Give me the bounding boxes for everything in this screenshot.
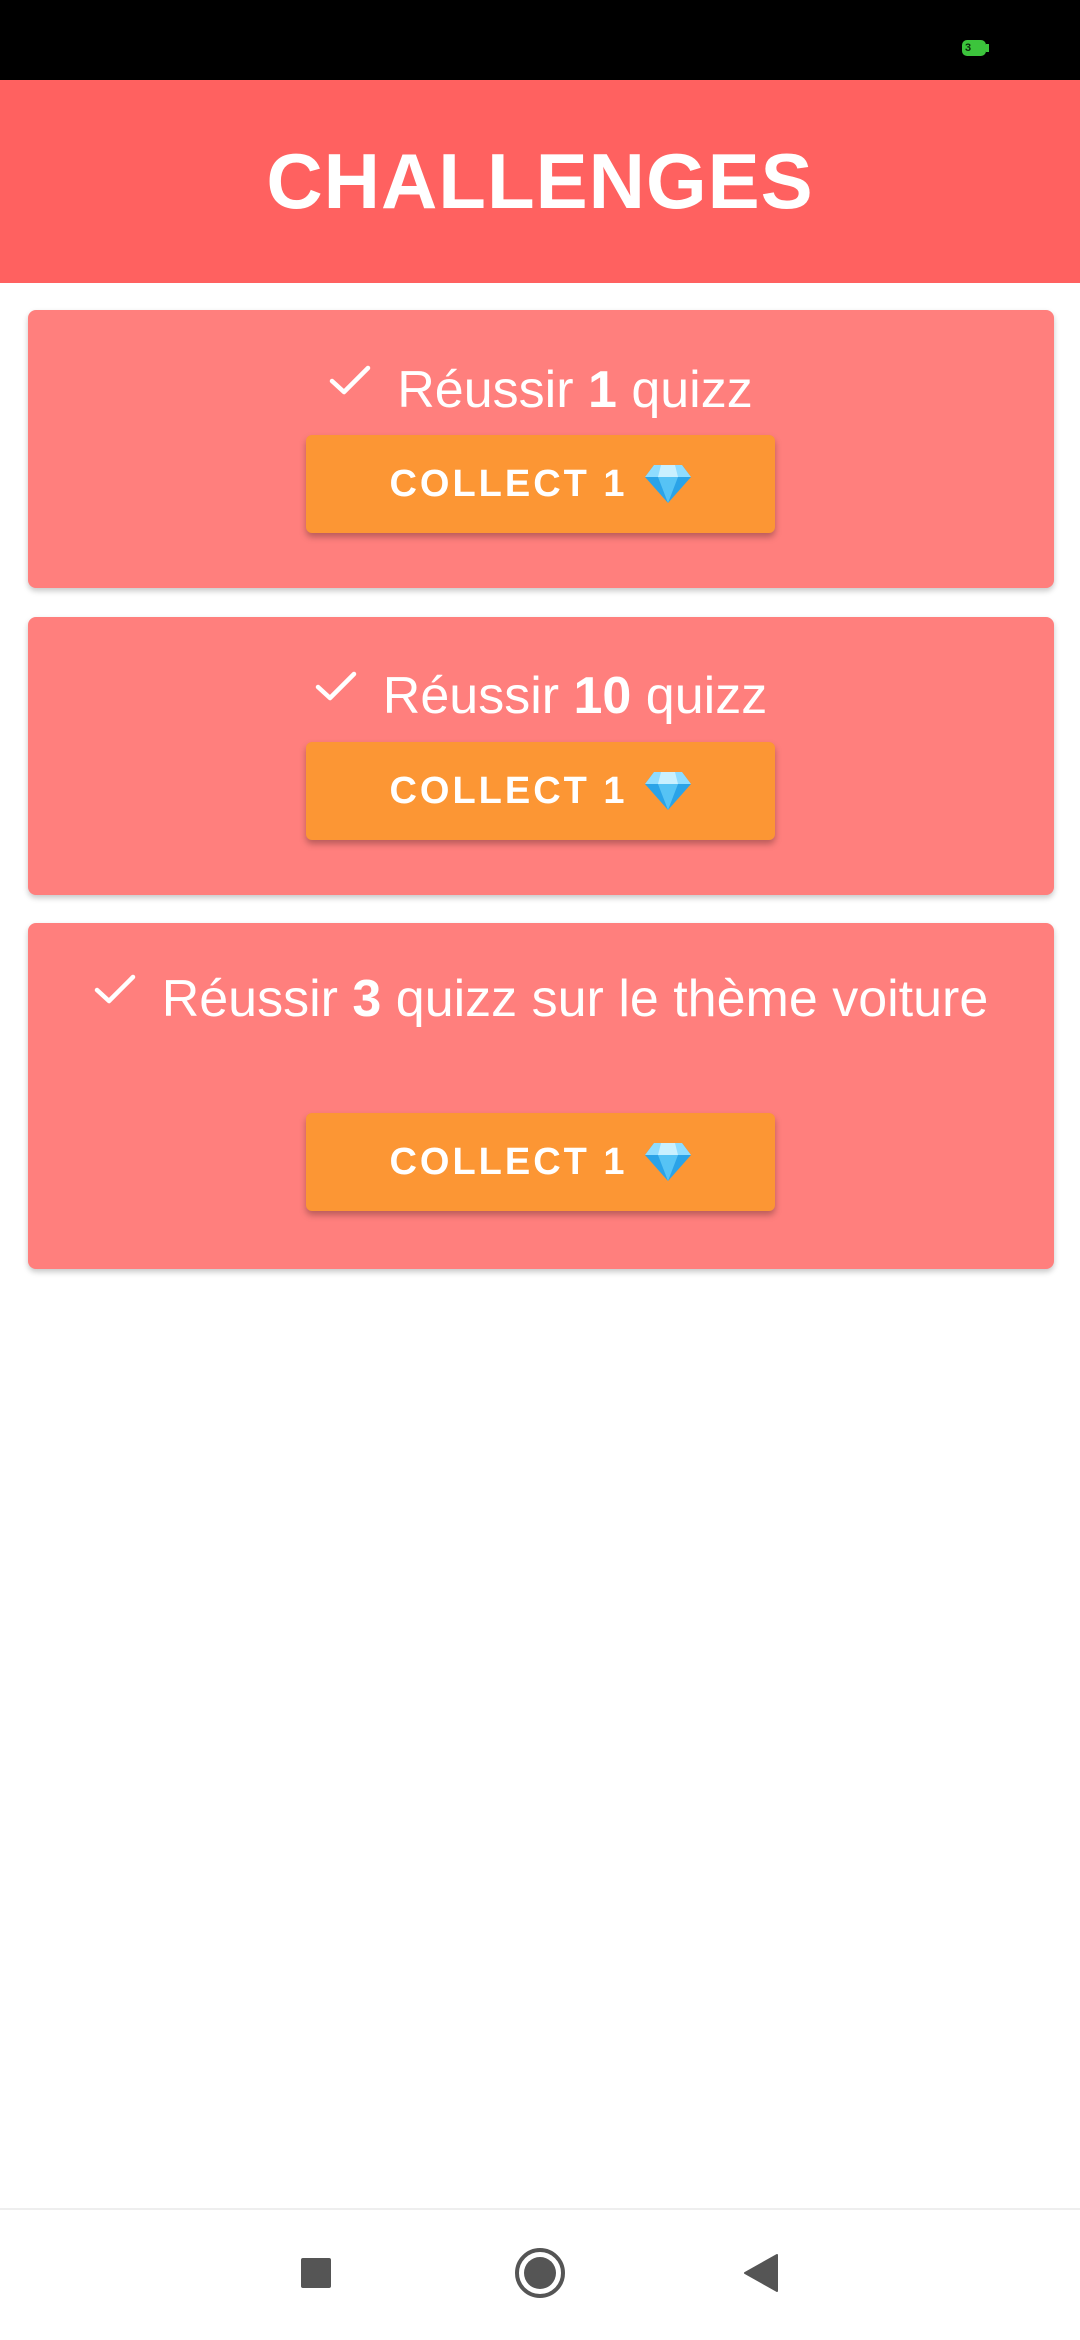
diamond-gem-icon bbox=[644, 1143, 691, 1181]
page-title: CHALLENGES bbox=[266, 137, 814, 225]
challenge-count: 3 bbox=[352, 970, 382, 1028]
challenge-text: Réussir 3 quizz sur le thème voiture bbox=[28, 923, 1054, 1032]
collect-button[interactable]: COLLECT 1 bbox=[306, 1113, 775, 1211]
recents-button[interactable] bbox=[281, 2238, 351, 2308]
system-nav-bar bbox=[0, 2210, 1080, 2340]
challenge-suffix: quizz sur le thème voiture bbox=[381, 970, 989, 1028]
challenge-card: Réussir 1 quizz COLLECT 1 bbox=[28, 310, 1054, 588]
challenge-text: Réussir 10 quizz bbox=[28, 617, 1054, 729]
challenge-count: 10 bbox=[573, 667, 632, 725]
challenge-suffix: quizz bbox=[631, 667, 768, 725]
challenge-card: Réussir 10 quizz COLLECT 1 bbox=[28, 617, 1054, 895]
diamond-gem-icon bbox=[644, 465, 691, 503]
diamond-gem-icon bbox=[644, 772, 691, 810]
check-icon bbox=[330, 365, 371, 395]
challenge-card: Réussir 3 quizz sur le thème voiture COL… bbox=[28, 923, 1054, 1269]
back-button[interactable] bbox=[726, 2238, 796, 2308]
battery-level: 3 bbox=[965, 42, 972, 54]
challenge-prefix: Réussir bbox=[397, 361, 588, 419]
collect-button-label: COLLECT 1 bbox=[389, 462, 628, 505]
challenge-suffix: quizz bbox=[616, 361, 753, 419]
collect-button[interactable]: COLLECT 1 bbox=[306, 742, 775, 840]
challenge-text: Réussir 1 quizz bbox=[28, 310, 1054, 423]
app-header: CHALLENGES bbox=[0, 80, 1080, 283]
triangle-back-icon bbox=[744, 2254, 778, 2292]
collect-button-label: COLLECT 1 bbox=[389, 769, 628, 812]
challenge-prefix: Réussir bbox=[382, 667, 574, 725]
collect-button[interactable]: COLLECT 1 bbox=[306, 435, 775, 533]
status-bar: 3 bbox=[0, 0, 1080, 80]
battery-icon: 3 bbox=[962, 40, 986, 56]
battery-tip bbox=[986, 44, 989, 52]
collect-button-label: COLLECT 1 bbox=[389, 1140, 628, 1183]
home-button[interactable] bbox=[505, 2238, 575, 2308]
check-icon bbox=[94, 974, 135, 1004]
square-recents-icon bbox=[301, 2258, 331, 2288]
challenge-count: 1 bbox=[587, 361, 617, 419]
circle-home-icon bbox=[515, 2248, 565, 2298]
check-icon bbox=[315, 671, 357, 701]
challenge-prefix: Réussir bbox=[161, 970, 353, 1028]
